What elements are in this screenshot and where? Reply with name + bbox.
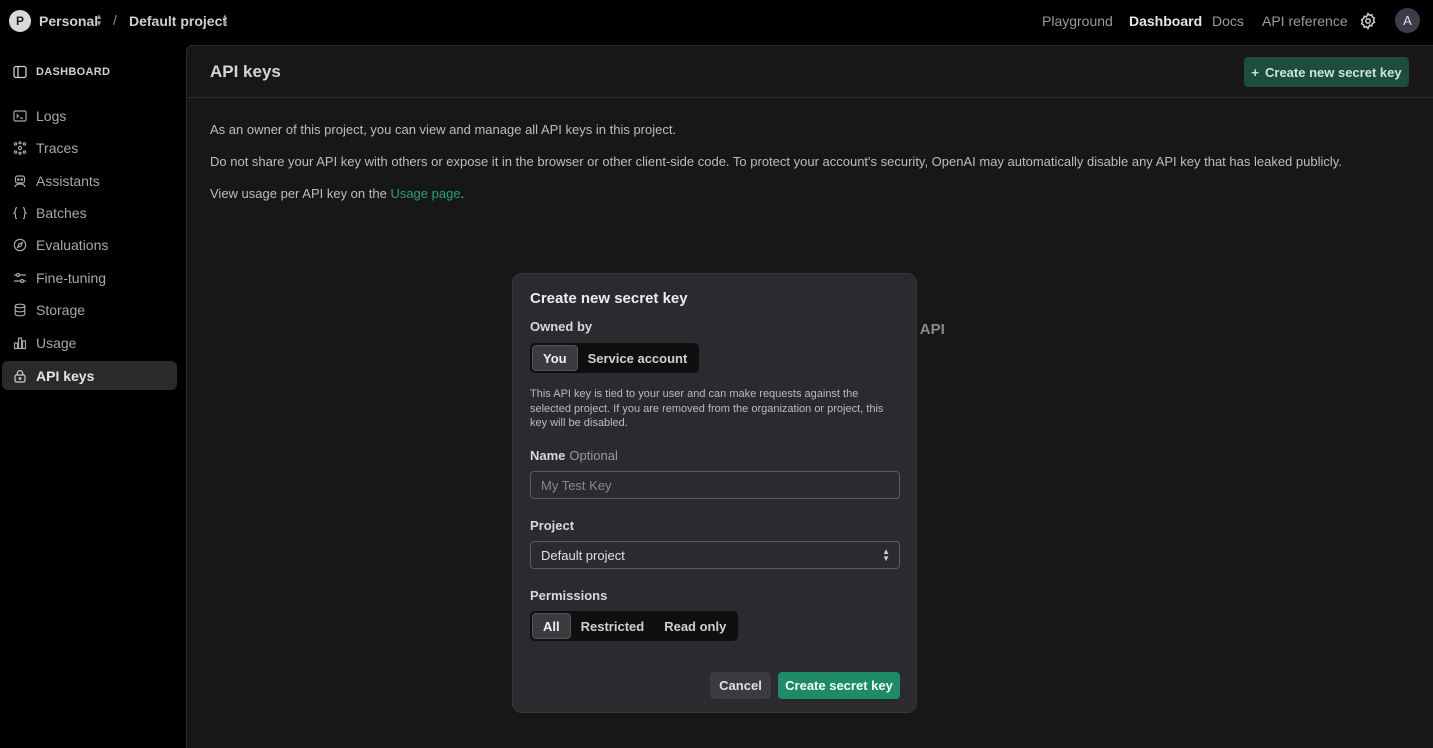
org-switcher[interactable]: Personal	[39, 13, 98, 29]
terminal-icon	[13, 109, 27, 122]
sidebar-item-batches[interactable]: Batches	[2, 198, 177, 227]
cancel-button[interactable]: Cancel	[710, 672, 771, 699]
sidebar-item-storage[interactable]: Storage	[2, 295, 177, 324]
sidebar-heading-label: DASHBOARD	[36, 66, 111, 78]
nav-docs[interactable]: Docs	[1212, 13, 1244, 29]
chevron-up-down-icon: ▲ ▼	[882, 547, 890, 563]
sidebar-item-usage[interactable]: Usage	[2, 328, 177, 357]
owned-by-toggle: You Service account	[530, 343, 700, 373]
permissions-restricted-option[interactable]: Restricted	[571, 613, 655, 639]
sidebar-item-fine-tuning[interactable]: Fine-tuning	[2, 263, 177, 292]
traces-icon	[13, 140, 27, 155]
project-label: Project	[530, 518, 575, 533]
owned-by-label: Owned by	[530, 319, 593, 334]
name-input-wrapper	[530, 471, 900, 499]
name-input[interactable]	[541, 477, 899, 493]
bar-chart-icon	[13, 336, 27, 349]
assistant-icon	[14, 174, 26, 187]
sidebar-item-assistants[interactable]: Assistants	[2, 166, 177, 195]
sidebar-item-label: Logs	[36, 107, 67, 124]
optional-hint: Optional	[569, 448, 618, 463]
nav-playground[interactable]: Playground	[1042, 13, 1113, 29]
top-bar: P Personal ▴ ▾ / Default project ▴ ▾ Playg…	[0, 0, 1433, 42]
lock-icon	[14, 369, 26, 383]
sidebar-item-label: Storage	[36, 301, 86, 318]
permissions-read-only-option[interactable]: Read only	[654, 613, 736, 639]
usage-info-prefix: View usage per API key on the	[210, 186, 391, 201]
owned-by-description: This API key is tied to your user and ca…	[530, 388, 884, 429]
project-select-value: Default project	[541, 547, 625, 563]
nav-api-reference[interactable]: API reference	[1262, 13, 1348, 29]
sidebar-item-label: API keys	[36, 367, 95, 384]
create-key-modal: Create new secret key Owned by You Servi…	[512, 273, 917, 713]
owned-by-you-option[interactable]: You	[532, 345, 578, 371]
chevron-up-down-icon[interactable]: ▴ ▾	[221, 12, 229, 28]
owned-by-service-account-option[interactable]: Service account	[578, 345, 698, 371]
page-title: API keys	[210, 62, 281, 81]
compass-icon	[13, 238, 27, 251]
security-warning-text: Do not share your API key with others or…	[210, 154, 1342, 169]
sidebar-item-label: Usage	[36, 334, 77, 351]
usage-page-link[interactable]: Usage page	[390, 186, 460, 201]
breadcrumb-separator: /	[113, 12, 117, 28]
owner-info-text: As an owner of this project, you can vie…	[210, 122, 677, 137]
sidebar: DASHBOARD Logs Traces Assistants Batches…	[0, 42, 186, 748]
sidebar-item-label: Fine-tuning	[36, 269, 107, 286]
user-avatar[interactable]: A	[1395, 8, 1420, 33]
chevron-up-down-icon[interactable]: ▴ ▾	[95, 12, 103, 28]
create-button-label: Create new secret key	[1265, 64, 1402, 80]
sidebar-heading: DASHBOARD	[13, 65, 110, 79]
sidebar-item-api-keys[interactable]: API keys	[2, 361, 177, 390]
sidebar-item-evaluations[interactable]: Evaluations	[2, 230, 177, 259]
sidebar-item-label: Assistants	[36, 172, 100, 189]
permissions-toggle: All Restricted Read only	[530, 611, 739, 641]
org-avatar[interactable]: P	[9, 10, 31, 32]
plus-icon: +	[1251, 64, 1259, 80]
sidebar-item-label: Batches	[36, 204, 87, 221]
sidebar-item-label: Traces	[36, 139, 79, 156]
project-switcher[interactable]: Default project	[129, 13, 227, 29]
database-icon	[14, 303, 26, 316]
usage-info-text: View usage per API key on the Usage page…	[210, 186, 464, 201]
name-label: Name Optional	[530, 448, 618, 463]
sliders-icon	[14, 272, 26, 283]
nav-dashboard[interactable]: Dashboard	[1129, 13, 1202, 29]
sidebar-item-traces[interactable]: Traces	[2, 133, 177, 162]
name-label-text: Name	[530, 448, 566, 463]
create-new-secret-key-button[interactable]: + Create new secret key	[1244, 57, 1409, 87]
modal-title: Create new secret key	[530, 290, 688, 307]
permissions-all-option[interactable]: All	[532, 613, 571, 639]
gear-icon[interactable]	[1359, 12, 1377, 30]
permissions-label: Permissions	[530, 588, 608, 603]
usage-info-suffix: .	[460, 186, 465, 201]
create-secret-key-button[interactable]: Create secret key	[778, 672, 900, 699]
page-header: API keys + Create new secret key	[187, 46, 1433, 98]
project-select[interactable]: Default project ▲ ▼	[530, 541, 900, 569]
sidebar-item-label: Evaluations	[36, 236, 109, 253]
sidebar-item-logs[interactable]: Logs	[2, 101, 177, 130]
batches-icon	[13, 206, 27, 219]
sidebar-toggle-icon[interactable]	[13, 65, 27, 79]
